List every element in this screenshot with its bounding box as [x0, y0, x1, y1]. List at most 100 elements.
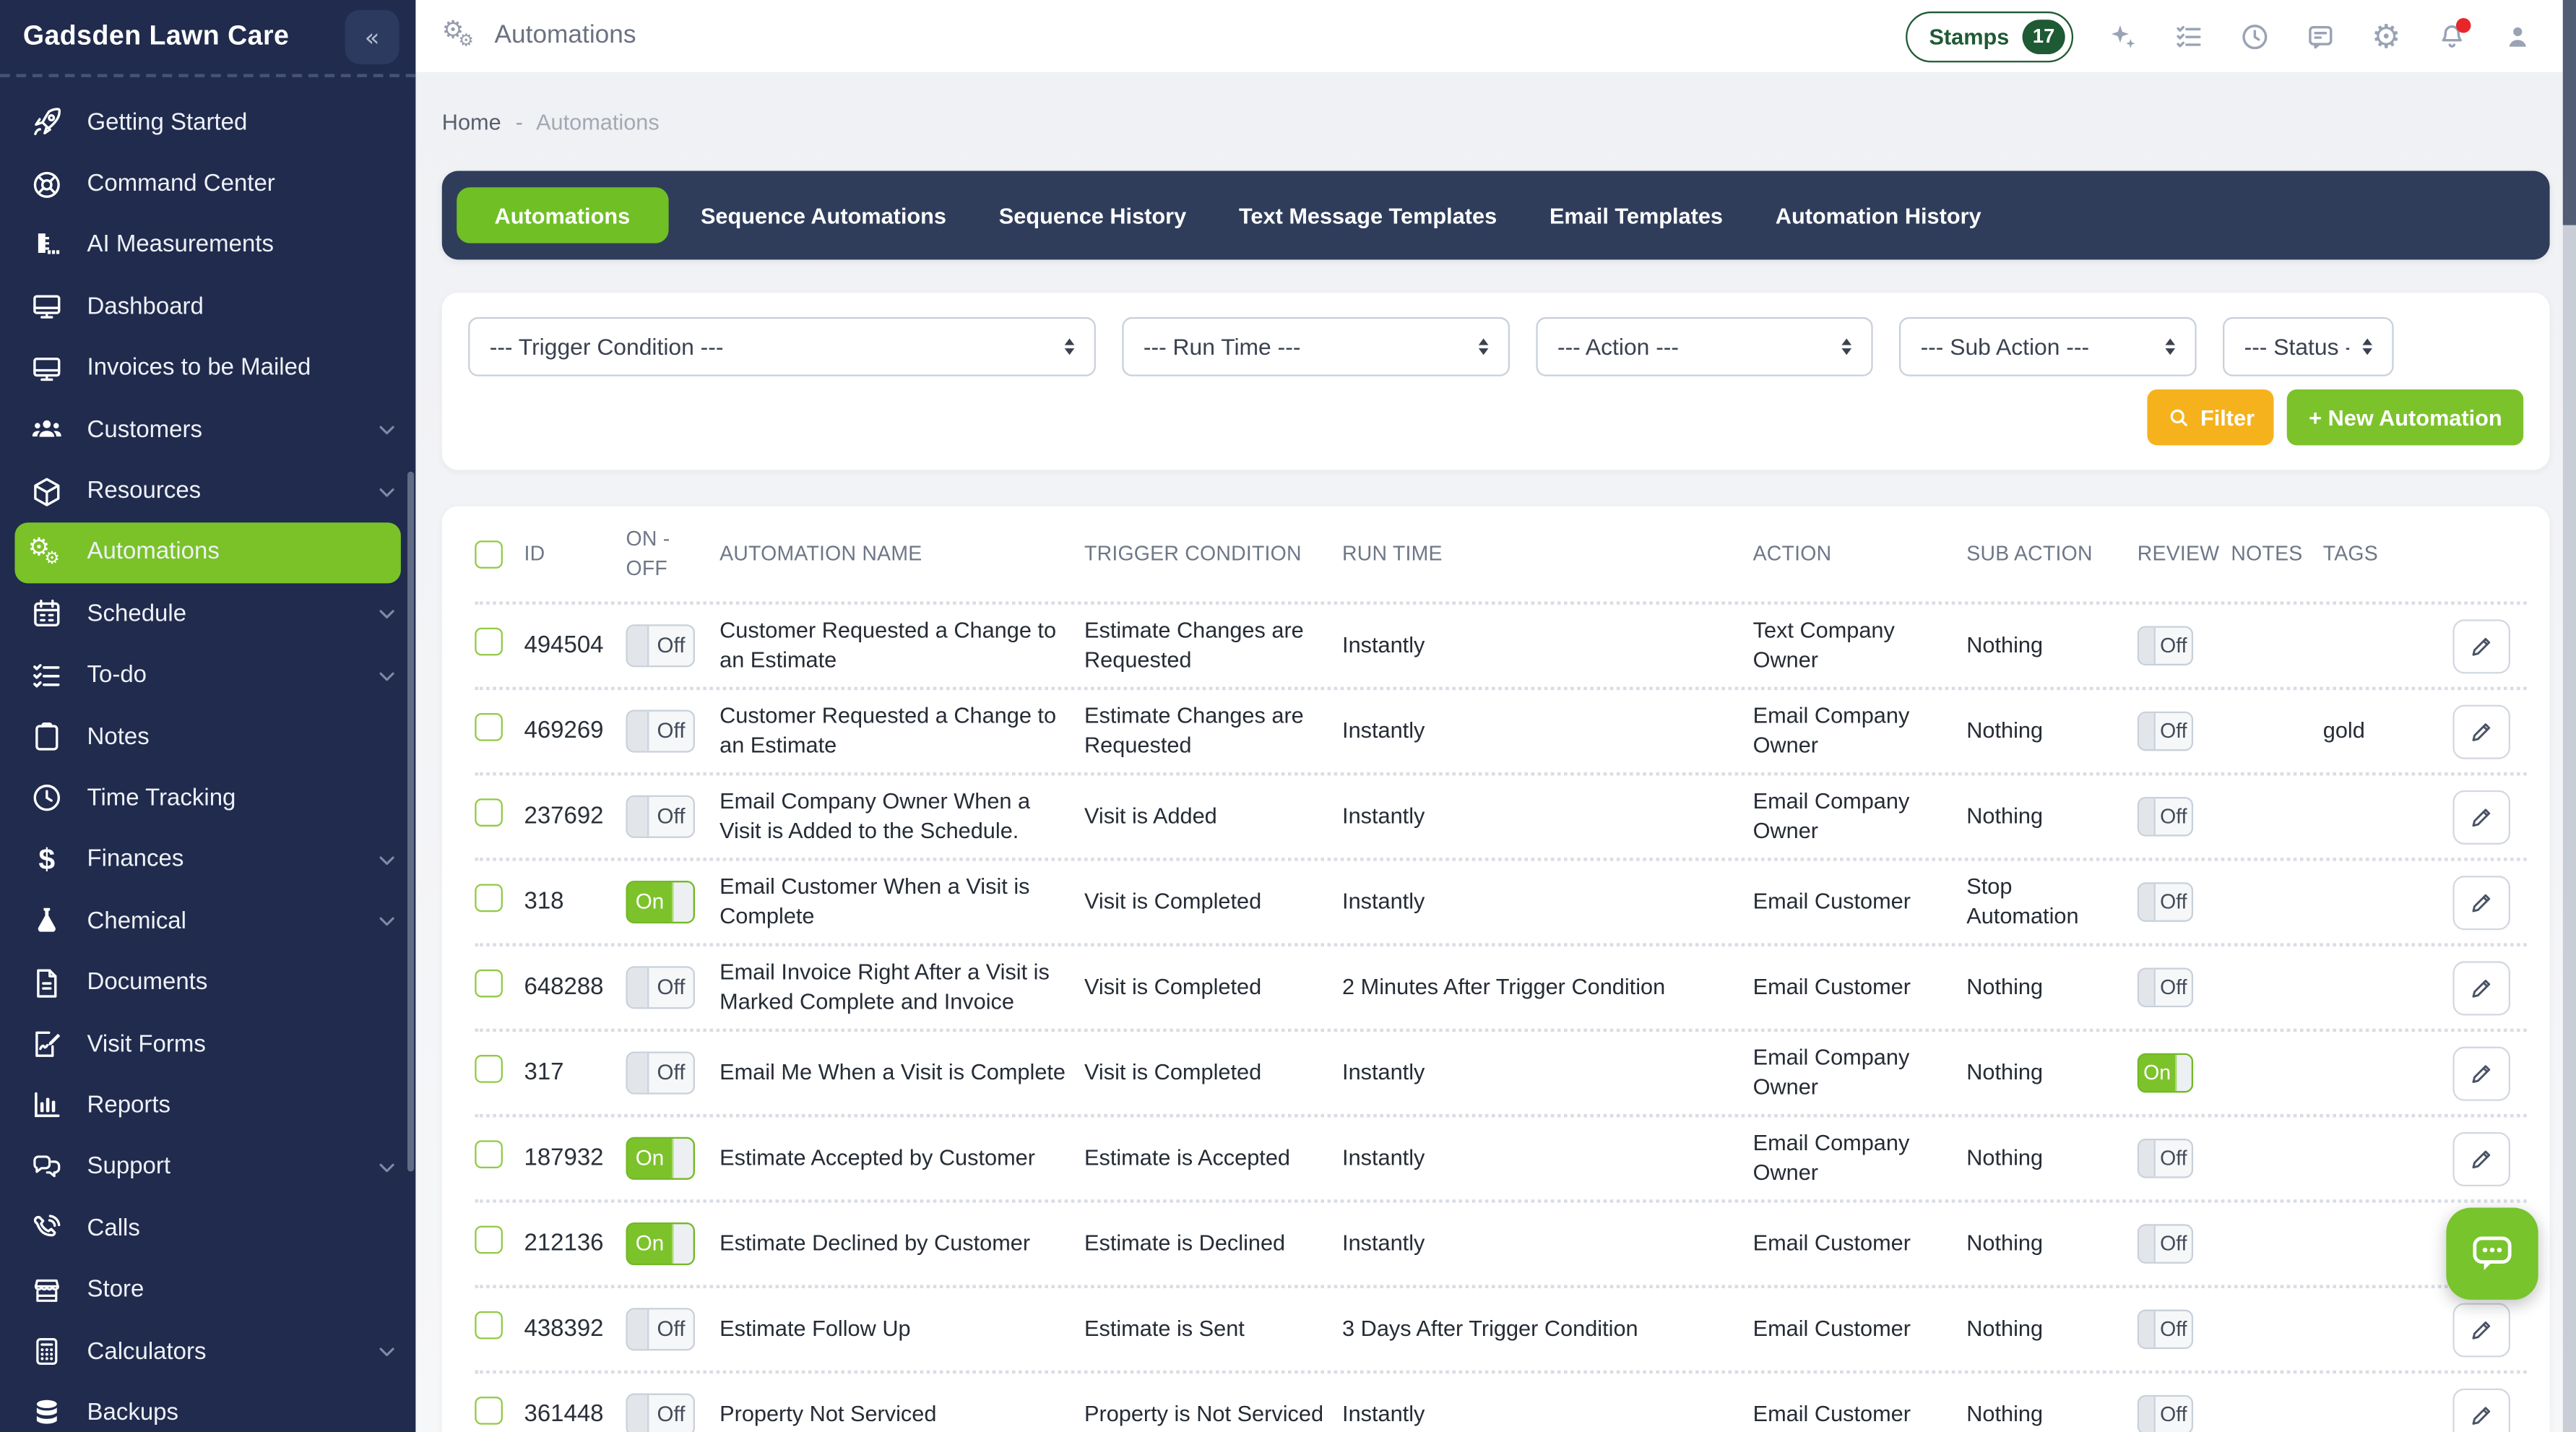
tab-email-templates[interactable]: Email Templates: [1523, 203, 1750, 228]
edit-button[interactable]: [2452, 790, 2510, 844]
on-off-toggle[interactable]: Off: [626, 795, 695, 838]
sidebar-item-store[interactable]: Store: [0, 1259, 415, 1321]
tab-text-message-templates[interactable]: Text Message Templates: [1213, 203, 1523, 228]
sidebar-item-time-tracking[interactable]: Time Tracking: [0, 768, 415, 829]
sidebar-item-automations[interactable]: ⚙⚙ Automations: [14, 522, 400, 584]
row-checkbox[interactable]: [475, 1311, 503, 1340]
filter-select-run-time[interactable]: --- Run Time ---: [1122, 317, 1510, 376]
on-off-toggle[interactable]: Off: [626, 966, 695, 1009]
row-checkbox[interactable]: [475, 1141, 503, 1169]
filter-button[interactable]: Filter: [2148, 389, 2274, 445]
row-checkbox[interactable]: [475, 1056, 503, 1084]
review-toggle[interactable]: Off: [2138, 1395, 2193, 1432]
edit-button[interactable]: [2452, 1302, 2510, 1356]
review-toggle[interactable]: Off: [2138, 797, 2193, 837]
row-checkbox[interactable]: [475, 628, 503, 656]
automation-name: Email Me When a Visit is Complete: [719, 1058, 1084, 1087]
sidebar-item-invoices-to-be-mailed[interactable]: Invoices to be Mailed: [0, 337, 415, 399]
toggle-knob: [2175, 1055, 2192, 1091]
sidebar-item-calls[interactable]: Calls: [0, 1198, 415, 1259]
row-checkbox[interactable]: [475, 799, 503, 827]
sidebar-item-visit-forms[interactable]: Visit Forms: [0, 1014, 415, 1075]
tab-sequence-automations[interactable]: Sequence Automations: [675, 203, 973, 228]
sidebar-scrollbar[interactable]: [407, 472, 414, 1172]
filter-select-action[interactable]: --- Action ---: [1536, 317, 1872, 376]
review-toggle[interactable]: Off: [2138, 712, 2193, 751]
on-off-toggle[interactable]: On: [626, 1222, 695, 1265]
sidebar-item-documents[interactable]: Documents: [0, 952, 415, 1014]
sidebar-item-command-center[interactable]: Command Center: [0, 153, 415, 215]
chat-widget-button[interactable]: [2446, 1208, 2538, 1300]
tasks-icon[interactable]: [2174, 20, 2205, 51]
tab-sequence-history[interactable]: Sequence History: [972, 203, 1212, 228]
notifications-bell-icon[interactable]: [2437, 20, 2468, 51]
toggle-knob: [2139, 884, 2156, 920]
tab-automations[interactable]: Automations: [457, 187, 667, 243]
review-toggle[interactable]: On: [2138, 1053, 2193, 1093]
user-icon[interactable]: [2502, 20, 2533, 51]
row-checkbox[interactable]: [475, 884, 503, 913]
filter-select-trigger-condition[interactable]: --- Trigger Condition ---: [468, 317, 1096, 376]
filter-select-sub-action[interactable]: --- Sub Action ---: [1899, 317, 2197, 376]
filter-select-status[interactable]: --- Status ---: [2223, 317, 2394, 376]
action: Email Company Owner: [1753, 702, 1967, 760]
sidebar-item-dashboard[interactable]: Dashboard: [0, 276, 415, 337]
settings-gear-icon[interactable]: ⚙: [2371, 20, 2402, 51]
sidebar-item-backups[interactable]: Backups: [0, 1382, 415, 1432]
edit-button[interactable]: [2452, 704, 2510, 759]
sidebar-item-finances[interactable]: $ Finances: [0, 829, 415, 891]
sidebar-item-to-do[interactable]: To-do: [0, 645, 415, 707]
on-off-toggle[interactable]: Off: [626, 709, 695, 752]
row-checkbox[interactable]: [475, 1226, 503, 1254]
clock-icon[interactable]: [2239, 20, 2270, 51]
sidebar-item-chemical[interactable]: Chemical: [0, 891, 415, 952]
sub-action: Nothing: [1966, 973, 2138, 1002]
review-toggle[interactable]: Off: [2138, 968, 2193, 1008]
review-toggle[interactable]: Off: [2138, 882, 2193, 922]
document-icon: [30, 965, 64, 1000]
review-toggle[interactable]: Off: [2138, 626, 2193, 665]
sidebar-item-calculators[interactable]: Calculators: [0, 1321, 415, 1382]
review-toggle[interactable]: Off: [2138, 1224, 2193, 1264]
bar-chart-icon: [30, 1089, 64, 1123]
new-automation-button[interactable]: + New Automation: [2288, 389, 2524, 445]
edit-button[interactable]: [2452, 1131, 2510, 1186]
sparkles-icon[interactable]: [2108, 20, 2139, 51]
on-off-toggle[interactable]: On: [626, 881, 695, 923]
tags: gold: [2323, 717, 2438, 746]
edit-button[interactable]: [2452, 618, 2510, 673]
tab-automation-history[interactable]: Automation History: [1749, 203, 2007, 228]
row-checkbox[interactable]: [475, 970, 503, 998]
sidebar-item-schedule[interactable]: Schedule: [0, 584, 415, 645]
edit-button[interactable]: [2452, 1046, 2510, 1100]
stamps-button[interactable]: Stamps 17: [1906, 11, 2073, 62]
on-off-toggle[interactable]: Off: [626, 1052, 695, 1095]
breadcrumb-home[interactable]: Home: [442, 110, 501, 134]
message-icon[interactable]: [2305, 20, 2336, 51]
column-header: NOTES: [2231, 539, 2315, 569]
sidebar-item-reports[interactable]: Reports: [0, 1075, 415, 1136]
review-toggle[interactable]: Off: [2138, 1310, 2193, 1350]
edit-button[interactable]: [2452, 960, 2510, 1014]
review-toggle[interactable]: Off: [2138, 1139, 2193, 1178]
select-all-checkbox[interactable]: [475, 540, 503, 568]
row-checkbox[interactable]: [475, 1397, 503, 1425]
sub-action: Nothing: [1966, 1315, 2138, 1344]
page-scrollbar[interactable]: [2563, 0, 2576, 1432]
sidebar-item-resources[interactable]: Resources: [0, 461, 415, 522]
breadcrumb: Home - Automations: [442, 110, 2537, 134]
edit-button[interactable]: [2452, 875, 2510, 929]
on-off-toggle[interactable]: Off: [626, 1308, 695, 1350]
row-checkbox[interactable]: [475, 714, 503, 742]
sidebar-item-getting-started[interactable]: Getting Started: [0, 92, 415, 153]
on-off-toggle[interactable]: Off: [626, 624, 695, 667]
page-scrollbar-thumb[interactable]: [2563, 0, 2576, 225]
on-off-toggle[interactable]: On: [626, 1137, 695, 1180]
sidebar-item-customers[interactable]: Customers: [0, 400, 415, 461]
edit-button[interactable]: [2452, 1388, 2510, 1432]
sidebar-item-ai-measurements[interactable]: AI Measurements: [0, 215, 415, 276]
sidebar-collapse-button[interactable]: «: [345, 10, 399, 64]
sidebar-item-support[interactable]: Support: [0, 1136, 415, 1198]
on-off-toggle[interactable]: Off: [626, 1394, 695, 1432]
sidebar-item-notes[interactable]: Notes: [0, 707, 415, 768]
